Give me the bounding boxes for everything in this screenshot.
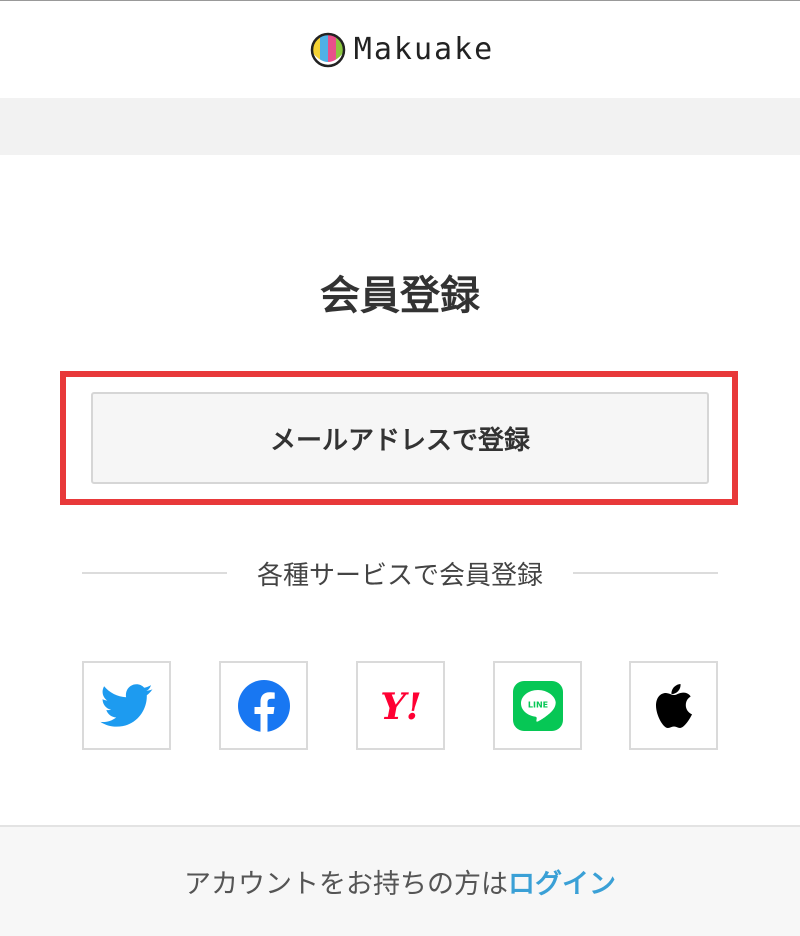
page-title: 会員登録 — [320, 273, 480, 319]
apple-icon — [655, 683, 692, 728]
yahoo-icon: Y! — [380, 686, 422, 726]
yahoo-signup-button[interactable]: Y! — [356, 661, 445, 750]
brand-name: Makuake — [353, 32, 495, 67]
makuake-logo-icon — [310, 32, 346, 67]
facebook-icon — [237, 679, 290, 732]
email-signup-button[interactable]: メールアドレスで登録 — [91, 392, 709, 484]
yahoo-logo-text: Y! — [380, 686, 422, 726]
twitter-signup-button[interactable] — [82, 661, 171, 750]
header: Makuake — [0, 0, 800, 98]
service-divider: 各種サービスで会員登録 — [82, 553, 719, 593]
line-logo-text: LINE — [527, 700, 547, 709]
footer: アカウントをお持ちの方は ログイン — [0, 825, 800, 936]
email-signup-label: メールアドレスで登録 — [269, 425, 530, 456]
twitter-icon — [99, 683, 153, 727]
login-prompt-text: アカウントをお持ちの方は — [184, 869, 508, 900]
login-link[interactable]: ログイン — [508, 862, 616, 901]
divider-line-right — [573, 572, 719, 574]
apple-signup-button[interactable] — [629, 661, 718, 750]
facebook-signup-button[interactable] — [219, 661, 308, 750]
service-divider-text: 各種サービスで会員登録 — [257, 560, 544, 591]
line-icon: LINE — [512, 680, 563, 731]
line-signup-button[interactable]: LINE — [493, 661, 582, 750]
social-signup-buttons: Y! LINE — [82, 661, 718, 751]
divider-line-left — [82, 572, 227, 574]
makuake-logo[interactable]: Makuake — [310, 32, 494, 68]
